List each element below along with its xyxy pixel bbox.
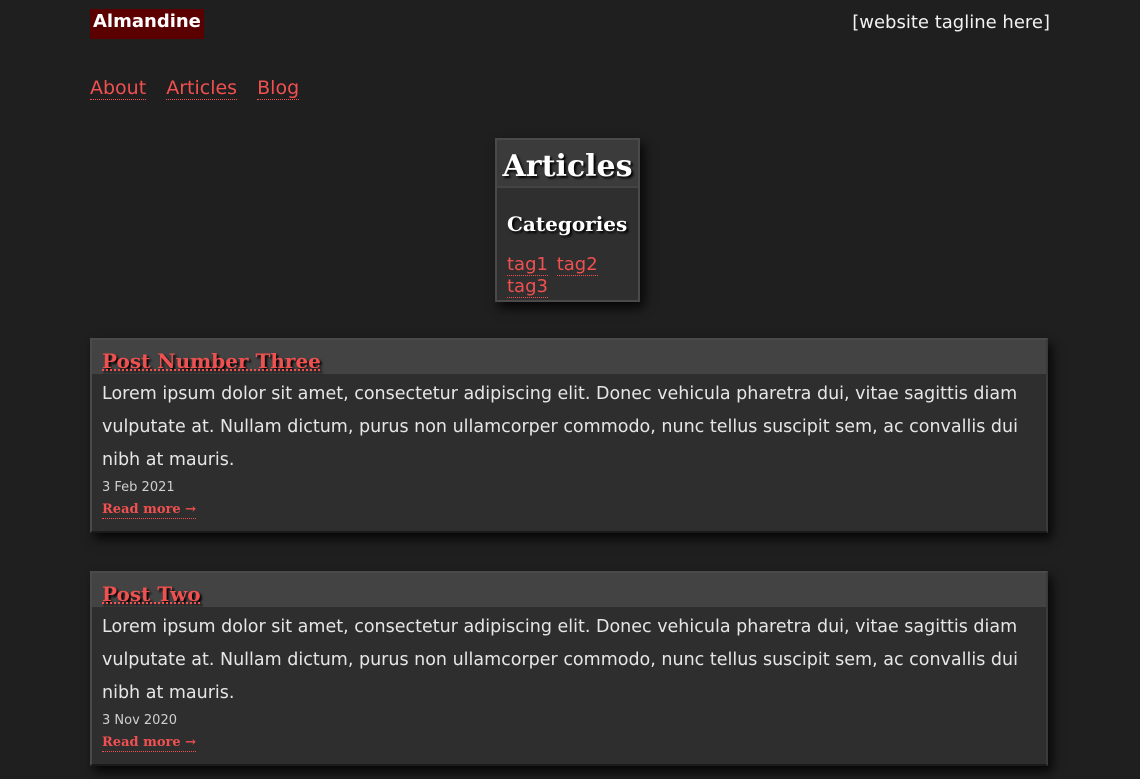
- page: Almandine [website tagline here] About A…: [90, 0, 1050, 779]
- post-header: Post Number Three: [92, 340, 1046, 374]
- main-nav: About Articles Blog: [90, 76, 313, 100]
- nav-item-blog[interactable]: Blog: [257, 77, 300, 100]
- site-brand-link[interactable]: Almandine: [90, 9, 204, 39]
- post-date: 3 Nov 2020: [102, 713, 177, 728]
- articles-panel: Articles Categories tag1 tag2 tag3: [495, 138, 640, 302]
- read-more-link[interactable]: Read more →: [102, 735, 197, 752]
- tag-link-tag2[interactable]: tag2: [556, 254, 598, 276]
- nav-item-articles[interactable]: Articles: [166, 77, 238, 100]
- site-tagline: [website tagline here]: [852, 12, 1050, 33]
- categories-heading: Categories: [507, 212, 628, 236]
- articles-panel-title: Articles: [497, 140, 638, 188]
- read-more-link[interactable]: Read more →: [102, 502, 197, 519]
- post-excerpt: Lorem ipsum dolor sit amet, consectetur …: [102, 617, 1018, 703]
- tag-link-tag1[interactable]: tag1: [507, 254, 548, 276]
- post-date: 3 Feb 2021: [102, 480, 175, 495]
- nav-item-about[interactable]: About: [90, 77, 147, 100]
- post-excerpt: Lorem ipsum dolor sit amet, consectetur …: [102, 384, 1018, 470]
- category-tags: tag1 tag2 tag3: [497, 254, 638, 298]
- post-body: Lorem ipsum dolor sit amet, consectetur …: [92, 607, 1046, 764]
- post-card: Post Number Three Lorem ipsum dolor sit …: [90, 338, 1048, 533]
- post-card: Post Two Lorem ipsum dolor sit amet, con…: [90, 571, 1048, 766]
- site-header: Almandine [website tagline here]: [90, 0, 1050, 50]
- tag-link-tag3[interactable]: tag3: [507, 276, 548, 298]
- post-body: Lorem ipsum dolor sit amet, consectetur …: [92, 374, 1046, 531]
- post-header: Post Two: [92, 573, 1046, 607]
